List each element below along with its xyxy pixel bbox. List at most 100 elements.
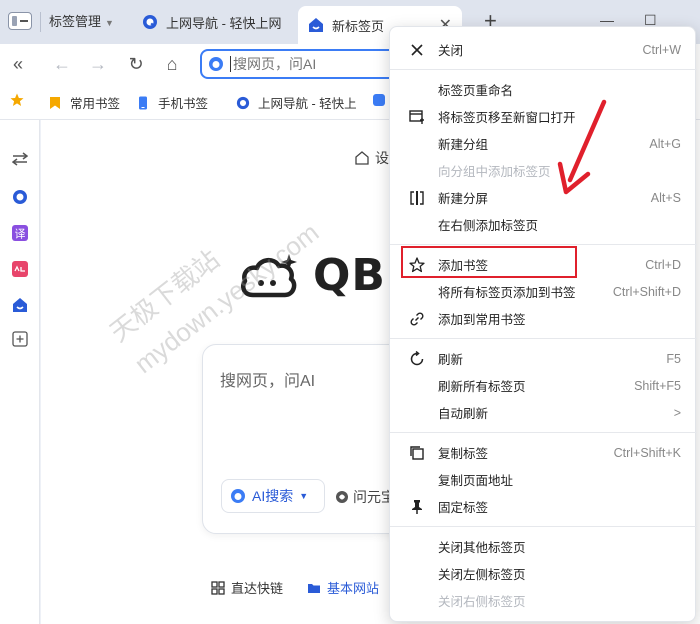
menu-separator (390, 69, 697, 70)
menu-item-label: 将标签页移至新窗口打开 (438, 111, 576, 125)
menu-item-label: 添加书签 (438, 259, 489, 273)
add-icon[interactable] (11, 330, 29, 348)
cloud-logo-icon (241, 253, 297, 297)
bookmark-item-mobile[interactable]: 手机书签 (136, 93, 208, 112)
home-outline-icon (355, 151, 369, 165)
refresh-icon (408, 350, 426, 368)
menu-item-label: 关闭左侧标签页 (438, 568, 526, 582)
address-input[interactable] (233, 56, 383, 72)
link-icon (408, 310, 426, 328)
menu-item-duplicate-tab[interactable]: 复制标签 Ctrl+Shift+K (390, 439, 697, 466)
menu-item-add-to-group: 向分组中添加标签页 (390, 157, 697, 184)
ai-search-icon (231, 489, 245, 503)
ai-search-label: AI搜索 (252, 488, 294, 504)
menu-item-label: 关闭其他标签页 (438, 541, 526, 555)
menu-item-label: 刷新所有标签页 (438, 380, 526, 394)
tab-title: 上网导航 - 轻快上网 (166, 15, 282, 31)
quick-link-direct[interactable]: 直达快链 (211, 578, 283, 597)
close-icon (408, 41, 426, 59)
menu-separator (390, 338, 697, 339)
menu-item-shortcut: Ctrl+Shift+D (612, 284, 681, 299)
menu-item-close-others[interactable]: 关闭其他标签页 (390, 533, 697, 560)
bookmark-icon (50, 96, 60, 109)
bookmark-label: 上网导航 - 轻快上 (258, 97, 357, 111)
qbrowser-logo: QB (239, 250, 386, 301)
menu-item-label: 标签页重命名 (438, 84, 514, 98)
tab-context-menu: 关闭 Ctrl+W 标签页重命名 将标签页移至新窗口打开 新建分组 Alt+G … (389, 26, 697, 622)
app-icon[interactable] (11, 260, 29, 278)
forward-icon[interactable]: → (86, 52, 110, 76)
star-icon (10, 93, 24, 106)
svg-text:译: 译 (15, 228, 26, 241)
menu-item-pin-tab[interactable]: 固定标签 (390, 493, 697, 520)
menu-item-label: 关闭 (438, 44, 464, 58)
menu-item-rename-tab[interactable]: 标签页重命名 (390, 76, 697, 103)
menu-item-copy-url[interactable]: 复制页面地址 (390, 466, 697, 493)
translate-icon[interactable]: 译 (11, 224, 29, 242)
phone-icon (139, 96, 147, 109)
bookmark-item-common[interactable]: 常用书签 (48, 93, 120, 112)
search-placeholder: 搜网页，问AI (220, 373, 316, 390)
quick-link-basic-sites[interactable]: 基本网站 (307, 578, 379, 597)
pin-icon (408, 498, 426, 516)
menu-item-shortcut: Ctrl+Shift+K (613, 445, 681, 460)
logo-text: QB (313, 250, 386, 301)
menu-item-refresh[interactable]: 刷新 F5 (390, 345, 697, 372)
sidebar: 译 (0, 120, 40, 624)
sidebar-collapse-icon[interactable]: « (6, 52, 30, 76)
menu-item-add-tab-right[interactable]: 在右侧添加标签页 (390, 211, 697, 238)
reload-icon[interactable]: ↻ (124, 52, 148, 76)
qbrowser-icon[interactable] (11, 188, 29, 206)
menu-item-new-split-screen[interactable]: 新建分屏 Alt+S (390, 184, 697, 211)
menu-item-close-left[interactable]: 关闭左侧标签页 (390, 560, 697, 587)
collapse-icon[interactable] (11, 150, 29, 168)
tab-navigation[interactable]: 上网导航 - 轻快上网 (132, 6, 292, 38)
menu-item-add-bookmark[interactable]: 添加书签 Ctrl+D (390, 251, 697, 278)
copy-icon (408, 444, 426, 462)
ai-search-button[interactable]: AI搜索 ▼ (221, 479, 325, 513)
back-icon[interactable]: ← (50, 52, 74, 76)
menu-item-shortcut: Ctrl+D (645, 257, 681, 272)
split-screen-icon (408, 189, 426, 207)
menu-item-close[interactable]: 关闭 Ctrl+W (390, 36, 697, 63)
menu-item-refresh-all[interactable]: 刷新所有标签页 Shift+F5 (390, 372, 697, 399)
bookmark-label: 手机书签 (158, 97, 209, 111)
menu-item-label: 向分组中添加标签页 (438, 165, 551, 179)
menu-item-label: 固定标签 (438, 501, 489, 515)
menu-item-shortcut: F5 (666, 351, 681, 366)
menu-item-auto-refresh[interactable]: 自动刷新 > (390, 399, 697, 426)
text-cursor (230, 56, 231, 72)
app-icon (373, 94, 385, 106)
menu-item-label: 新建分屏 (438, 192, 489, 206)
star-icon (408, 256, 426, 274)
qbrowser-icon (236, 96, 250, 109)
chevron-right-icon: > (673, 405, 681, 420)
menu-item-bookmark-all-tabs[interactable]: 将所有标签页添加到书签 Ctrl+Shift+D (390, 278, 697, 305)
move-window-icon (408, 108, 426, 126)
menu-separator (390, 432, 697, 433)
settings-link[interactable]: 设 (355, 148, 389, 168)
home-button-icon[interactable]: ⌂ (160, 52, 184, 76)
chevron-down-icon: ▼ (105, 18, 114, 28)
bookmark-item-navigation[interactable]: 上网导航 - 轻快上 (236, 93, 357, 112)
tab-group-toggle-icon[interactable] (8, 12, 32, 30)
tab-manager[interactable]: 标签管理 ▼ (40, 12, 114, 32)
home-icon[interactable] (11, 296, 29, 314)
menu-item-new-group[interactable]: 新建分组 Alt+G (390, 130, 697, 157)
menu-item-shortcut: Alt+G (649, 136, 681, 151)
menu-item-move-to-new-window[interactable]: 将标签页移至新窗口打开 (390, 103, 697, 130)
grid-icon (211, 580, 225, 595)
yuanbao-icon (336, 491, 348, 503)
menu-item-shortcut: Shift+F5 (634, 378, 681, 393)
menu-item-shortcut: Ctrl+W (642, 42, 681, 57)
bookmarks-star-icon[interactable] (10, 93, 32, 107)
menu-item-add-to-common-bookmarks[interactable]: 添加到常用书签 (390, 305, 697, 332)
menu-item-label: 刷新 (438, 353, 464, 367)
chevron-down-icon: ▼ (299, 491, 309, 501)
wen-button[interactable]: 问元宝 (335, 487, 395, 507)
menu-item-label: 新建分组 (438, 138, 489, 152)
home-icon (309, 18, 323, 32)
menu-item-shortcut: Alt+S (650, 190, 681, 205)
tab-manager-label: 标签管理 (49, 14, 102, 29)
menu-item-label: 复制页面地址 (438, 474, 514, 488)
